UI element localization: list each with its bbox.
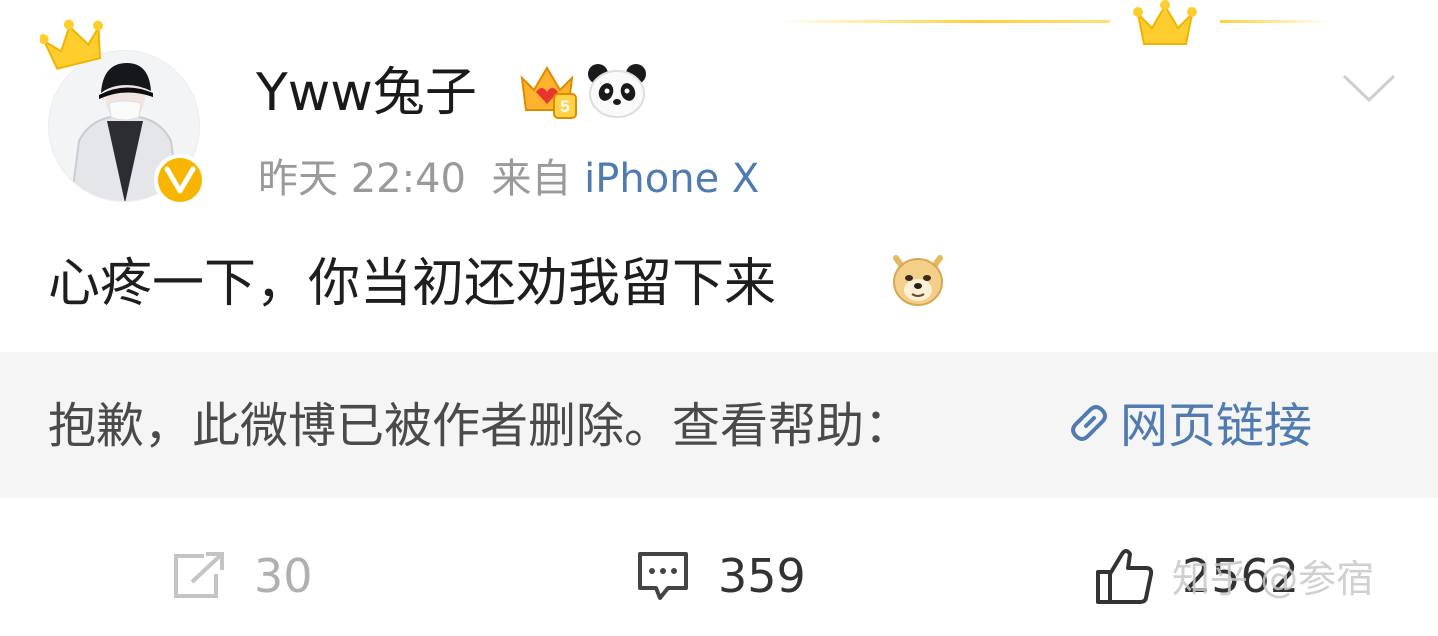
watermark: 知乎 @参宿 (1172, 557, 1375, 601)
source-prefix: 来自 (491, 156, 572, 202)
vip-crown-badge-icon[interactable]: 5 (516, 60, 578, 122)
comment-icon (638, 552, 688, 600)
crown-icon (40, 19, 104, 70)
doge-emoji-icon (893, 255, 943, 306)
verified-badge (154, 154, 206, 206)
deleted-post-notice: 抱歉，此微博已被作者删除。查看帮助： 网页链接 (0, 352, 1438, 498)
vip-level: 5 (560, 97, 569, 116)
post-time: 昨天 22:40 (258, 156, 466, 202)
comment-button[interactable]: 359 (634, 536, 806, 616)
repost-button[interactable]: 30 (170, 536, 313, 616)
repost-count: 30 (254, 549, 313, 603)
decorative-gold-line (1220, 20, 1330, 23)
repost-icon (174, 552, 224, 598)
comment-count: 359 (718, 549, 806, 603)
web-link[interactable]: 网页链接 (1120, 392, 1312, 460)
thumbs-up-icon (1096, 549, 1154, 604)
link-icon[interactable] (1064, 398, 1114, 448)
chevron-down-icon[interactable] (1340, 70, 1398, 106)
decorative-gold-line (780, 20, 1110, 23)
panda-icon (588, 64, 646, 118)
post-source-link[interactable]: iPhone X (584, 156, 759, 202)
post-meta: 昨天 22:40 来自 iPhone X (258, 150, 759, 208)
username[interactable]: Yww兔子 (256, 56, 477, 130)
deleted-notice-text: 抱歉，此微博已被作者删除。查看帮助： (48, 398, 913, 454)
post-text: 心疼一下，你当初还劝我留下来 (48, 254, 777, 314)
crown-icon (1133, 0, 1197, 45)
